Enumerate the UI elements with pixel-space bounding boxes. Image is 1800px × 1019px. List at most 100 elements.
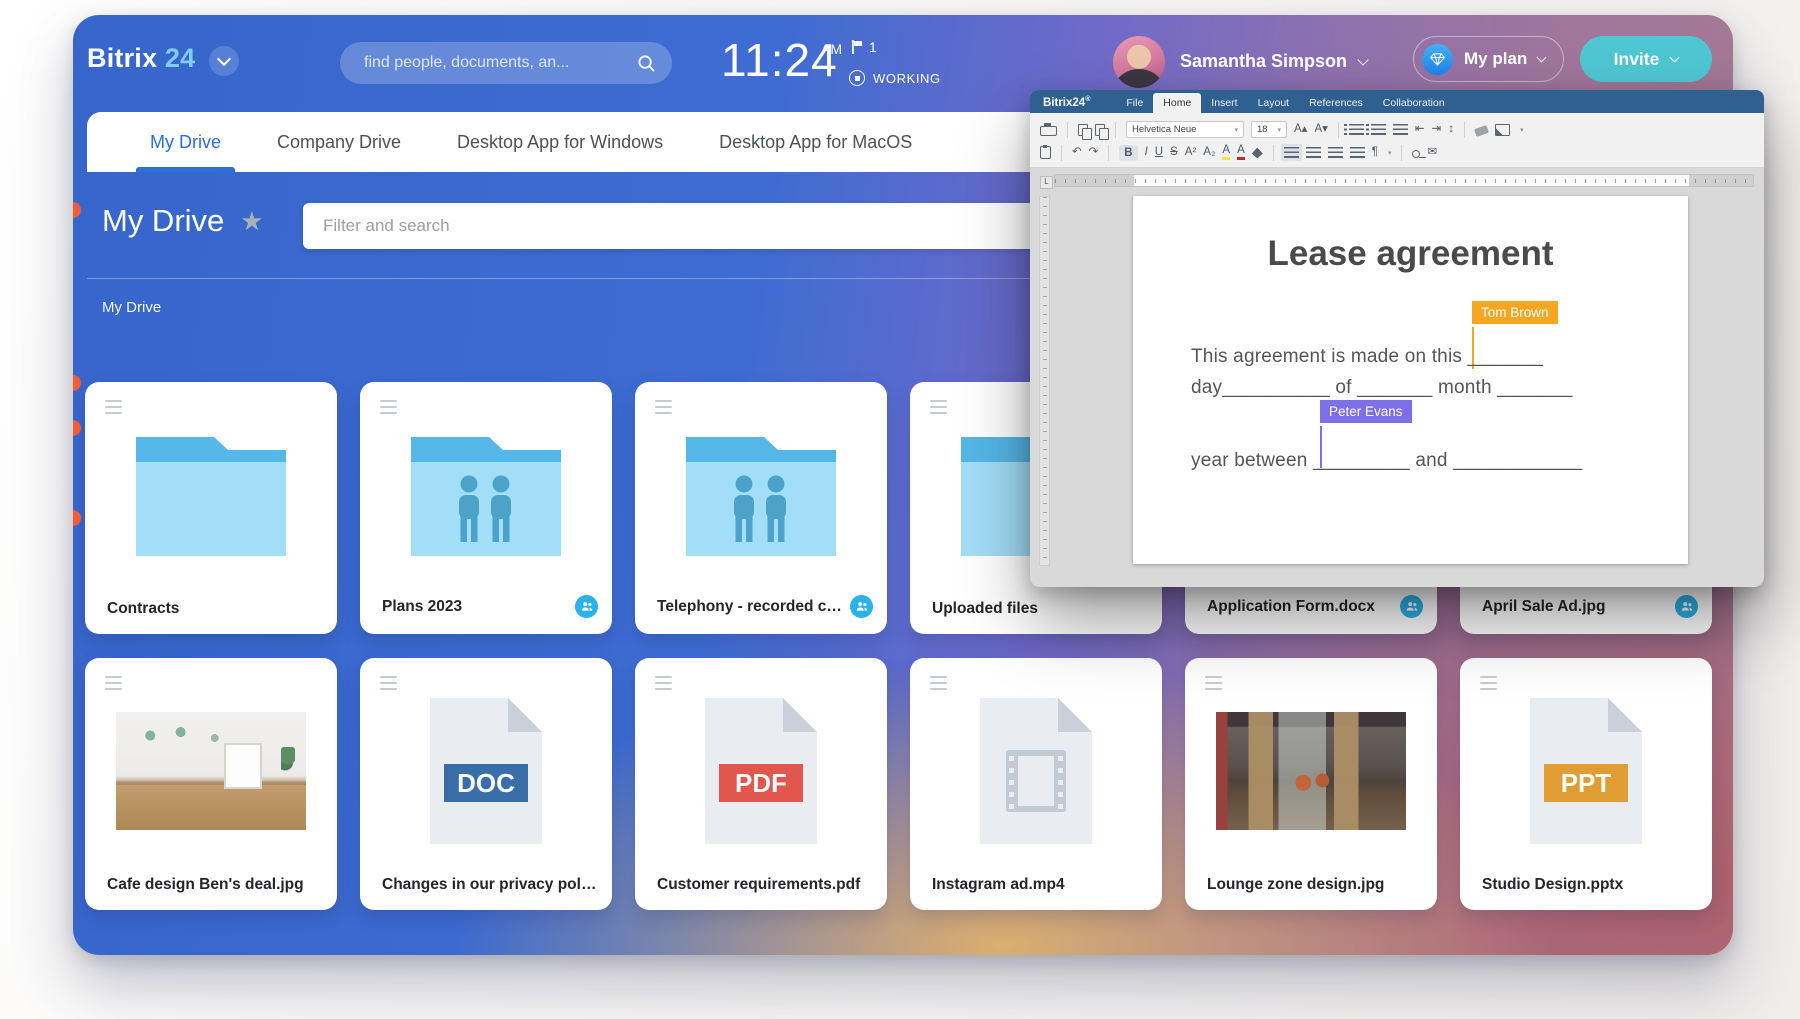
file-card-plans-2023[interactable]: Plans 2023 — [360, 382, 612, 634]
user-avatar[interactable] — [1113, 36, 1165, 88]
file-card-instagram-ad-mp4[interactable]: Instagram ad.mp4 — [910, 658, 1162, 910]
file-name: Customer requirements.pdf — [657, 876, 873, 894]
increase-indent-icon[interactable]: ⇥ — [1432, 124, 1442, 136]
line-spacing-icon[interactable]: ↕ — [1448, 124, 1454, 136]
invite-button[interactable]: Invite — [1580, 36, 1712, 82]
copy-icon[interactable] — [1078, 124, 1088, 136]
font-family-select[interactable]: Helvetica Neue▾ — [1126, 121, 1244, 138]
my-plan-button[interactable]: My plan — [1413, 36, 1564, 82]
edge-notification-dot — [73, 420, 81, 436]
folder-icon — [411, 434, 561, 556]
highlight-color-button[interactable]: A — [1222, 145, 1230, 160]
menu-collaboration[interactable]: Collaboration — [1373, 94, 1455, 113]
global-search-input[interactable] — [362, 53, 637, 73]
italic-button[interactable]: I — [1145, 147, 1148, 159]
tab-company-drive[interactable]: Company Drive — [249, 112, 429, 172]
clipboard-icon[interactable] — [1040, 146, 1051, 159]
redo-icon[interactable]: ↷ — [1089, 147, 1099, 159]
document-text-line: year between _________ and ____________ — [1191, 450, 1658, 472]
logo-menu-button[interactable] — [209, 46, 239, 76]
underline-button[interactable]: U — [1155, 147, 1163, 159]
subscript-button[interactable]: A₂ — [1203, 147, 1215, 159]
menu-references[interactable]: References — [1299, 94, 1373, 113]
align-center-icon[interactable] — [1306, 147, 1321, 158]
global-search[interactable] — [340, 42, 672, 84]
flag-count: 1 — [869, 39, 877, 55]
vertical-ruler[interactable] — [1039, 196, 1050, 566]
file-name: Lounge zone design.jpg — [1207, 876, 1423, 894]
flag-counter[interactable]: 1 — [851, 39, 877, 55]
file-card-lounge-zone-design-jpg[interactable]: Lounge zone design.jpg — [1185, 658, 1437, 910]
svg-text:PPT: PPT — [1561, 768, 1612, 798]
editor-menu: File Home Insert Layout References Colla… — [1116, 90, 1454, 113]
shared-badge-icon — [1400, 595, 1423, 618]
flag-icon — [851, 40, 863, 54]
decrease-indent-icon[interactable]: ⇤ — [1415, 124, 1425, 136]
numbered-list-icon[interactable] — [1371, 124, 1386, 135]
file-card-studio-design-pptx[interactable]: PPT Studio Design.pptx — [1460, 658, 1712, 910]
grow-font-icon[interactable]: A▴ — [1294, 124, 1307, 136]
document-page[interactable]: Lease agreement Tom Brown Peter Evans Th… — [1133, 196, 1688, 564]
image-thumbnail — [116, 712, 306, 830]
favorite-star-icon[interactable]: ★ — [240, 208, 263, 234]
paste-icon[interactable] — [1095, 124, 1105, 136]
bitrix-logo: Bitrix 24 — [87, 43, 195, 74]
insert-image-icon[interactable] — [1495, 124, 1510, 136]
shared-badge-icon — [850, 595, 873, 618]
font-color-button[interactable]: A — [1237, 145, 1245, 160]
strikethrough-button[interactable]: S — [1170, 147, 1178, 159]
chevron-down-icon — [1357, 54, 1368, 65]
shared-badge-icon — [1675, 595, 1698, 618]
font-size-select[interactable]: 18▾ — [1251, 121, 1287, 138]
image-thumbnail — [1216, 712, 1406, 830]
align-right-icon[interactable] — [1328, 147, 1343, 158]
menu-home[interactable]: Home — [1153, 93, 1201, 113]
my-plan-label: My plan — [1464, 49, 1527, 69]
user-menu[interactable]: Samantha Simpson — [1180, 51, 1367, 72]
menu-file[interactable]: File — [1116, 94, 1153, 113]
screen: Bitrix 24 11:24 AM 1 WORKING Samantha Si… — [0, 0, 1800, 1019]
collaborator-cursor-tom-brown: Tom Brown — [1472, 301, 1558, 324]
document-title: Lease agreement — [1133, 234, 1688, 274]
mail-icon[interactable]: ✉ — [1427, 147, 1437, 159]
file-card-cafe-design-ben-s-deal-jpg[interactable]: Cafe design Ben's deal.jpg — [85, 658, 337, 910]
bullet-list-icon[interactable] — [1349, 124, 1364, 135]
file-icon: PPT — [1530, 698, 1642, 844]
folder-icon — [686, 434, 836, 556]
user-name: Samantha Simpson — [1180, 51, 1347, 72]
search-icon — [637, 54, 656, 73]
shared-badge-icon — [575, 595, 598, 618]
clear-format-icon[interactable] — [1474, 125, 1489, 137]
file-name: Instagram ad.mp4 — [932, 876, 1148, 894]
tab-desktop-app-macos[interactable]: Desktop App for MacOS — [691, 112, 940, 172]
horizontal-ruler[interactable] — [1054, 174, 1754, 187]
tab-my-drive[interactable]: My Drive — [122, 112, 249, 172]
work-status[interactable]: WORKING — [849, 70, 941, 86]
shrink-font-icon[interactable]: A▾ — [1314, 124, 1327, 136]
menu-layout[interactable]: Layout — [1248, 94, 1300, 113]
file-card-customer-requirements-pdf[interactable]: PDF Customer requirements.pdf — [635, 658, 887, 910]
align-left-icon[interactable] — [1284, 147, 1299, 158]
plan-gem-circle — [1422, 44, 1453, 75]
tab-stop-selector[interactable]: L — [1040, 176, 1053, 189]
file-card-telephony-recorded-calls[interactable]: Telephony - recorded calls — [635, 382, 887, 634]
shading-button[interactable] — [1252, 148, 1263, 159]
file-card-changes-in-our-privacy-poli[interactable]: DOC Changes in our privacy poli... — [360, 658, 612, 910]
print-icon[interactable] — [1040, 126, 1057, 136]
file-icon: DOC — [430, 698, 542, 844]
menu-insert[interactable]: Insert — [1201, 94, 1247, 113]
permissions-icon[interactable] — [1412, 150, 1420, 158]
file-name: Plans 2023 — [382, 598, 567, 616]
multilevel-list-icon[interactable] — [1393, 124, 1408, 135]
superscript-button[interactable]: A² — [1185, 147, 1197, 159]
file-card-contracts[interactable]: Contracts — [85, 382, 337, 634]
paragraph-mark-icon[interactable]: ¶ — [1372, 147, 1378, 159]
tab-desktop-app-windows[interactable]: Desktop App for Windows — [429, 112, 691, 172]
document-text-line: day__________ of _______ month _______ — [1191, 377, 1658, 399]
undo-icon[interactable]: ↶ — [1072, 147, 1082, 159]
gem-icon — [1430, 53, 1445, 66]
edge-notification-dot — [73, 510, 81, 526]
breadcrumb[interactable]: My Drive — [102, 299, 161, 316]
align-justify-icon[interactable] — [1350, 147, 1365, 158]
bold-button[interactable]: B — [1119, 145, 1137, 161]
